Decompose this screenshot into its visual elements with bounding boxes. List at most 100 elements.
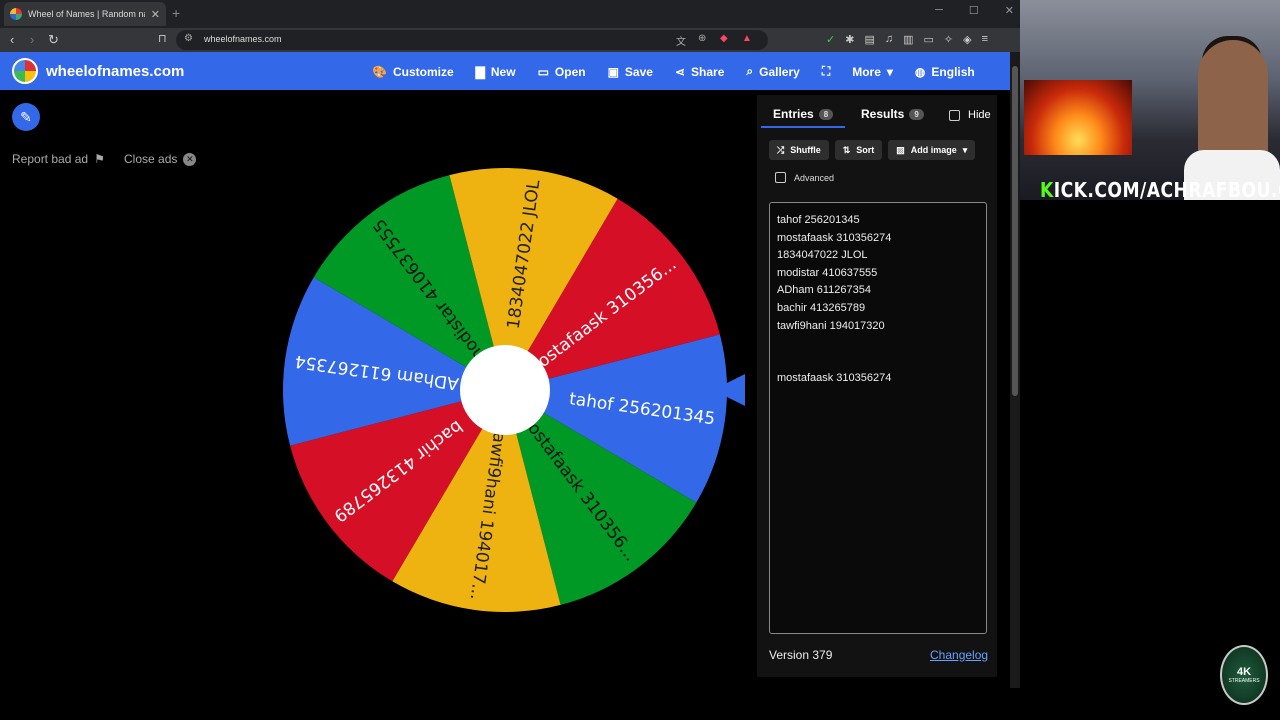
minimize-icon[interactable]: ─ <box>935 4 943 17</box>
entry-line: modistar 410637555 <box>777 266 878 279</box>
back-icon[interactable]: ‹ <box>10 32 14 47</box>
kick-logo-letter: K <box>1040 178 1054 200</box>
share-icon: ⋖ <box>674 64 686 79</box>
palette-icon: 🎨 <box>372 64 387 79</box>
tab-entries[interactable]: Entries 8 <box>773 107 834 121</box>
vpn-icon[interactable]: ◈ <box>963 33 971 46</box>
menu-item-customize[interactable]: 🎨 Customize <box>372 64 454 79</box>
translate-icon[interactable]: 文 <box>676 33 686 48</box>
close-window-icon[interactable]: ✕ <box>1005 4 1014 17</box>
wheel-center[interactable] <box>460 345 550 435</box>
site-header: wheelofnames.com 🎨 Customize ▇ New ▭ Open ▣ Sav… <box>0 52 1010 90</box>
results-count-badge: 9 <box>909 108 924 120</box>
browser-toolbar: ‹ › ↻ ⊓ ⚙ wheelofnames.com 文 ⊕ ◆ ▲ ✓ ✱ ▤… <box>0 28 1020 52</box>
menu-item-new[interactable]: ▇ New <box>476 64 516 79</box>
sidebar-icon[interactable]: ▥ <box>903 33 913 46</box>
streamers-badge-logo: 4K STREAMERS <box>1220 645 1268 705</box>
shuffle-button[interactable]: ⤮ Shuffle <box>769 140 829 160</box>
sort-button[interactable]: ⇅ Sort <box>834 140 883 160</box>
url-text: wheelofnames.com <box>204 34 282 44</box>
close-ads-link[interactable]: Close ads ✕ <box>124 152 197 166</box>
kick-channel-url: ICK.COM/ACHRAFBOU.6 <box>1053 178 1280 200</box>
tab-title: Wheel of Names | Random name <box>28 9 145 19</box>
wheel-logo-icon[interactable] <box>12 58 38 84</box>
sort-icon: ⇅ <box>842 144 851 155</box>
entries-panel: Entries 8 Results 9 Hide ⤮ Shuffle ⇅ Sor… <box>757 95 997 677</box>
menu-item-label: New <box>490 64 516 79</box>
entries-textarea[interactable]: tahof 256201345 mostafaask 310356274 18340… <box>769 202 987 634</box>
file-icon: ▇ <box>475 64 485 79</box>
checkbox-icon <box>775 172 786 183</box>
bottom-bar <box>0 688 1280 720</box>
search-icon: ⌕ <box>746 64 754 78</box>
reload-icon[interactable]: ↻ <box>48 32 59 48</box>
menu-item-english[interactable]: ◍ English <box>915 64 975 79</box>
music-icon[interactable]: ♫ <box>885 33 893 46</box>
menu-item-label: English <box>931 64 975 79</box>
advanced-checkbox[interactable]: Advanced <box>775 172 834 183</box>
entry-line: tawfi9hani 194017320 <box>777 319 885 332</box>
active-tab-indicator <box>761 126 845 128</box>
entry-line: ADham 611267354 <box>777 284 871 297</box>
page-scrollbar[interactable] <box>1010 52 1020 688</box>
hide-label: Hide <box>968 109 991 121</box>
address-bar[interactable]: ⚙ wheelofnames.com 文 ⊕ ◆ ▲ <box>176 30 768 50</box>
entry-line: mostafaask 310356274 <box>777 231 892 244</box>
close-tab-icon[interactable]: ✕ <box>151 8 160 21</box>
wheel-favicon-icon <box>10 8 22 20</box>
tab-results-label: Results <box>861 107 905 121</box>
badge-sub-text: STREAMERS <box>1228 678 1260 684</box>
globe-icon: ◍ <box>914 64 926 79</box>
maximize-icon[interactable]: ☐ <box>969 4 979 17</box>
bookmark-icon[interactable]: ⊓ <box>158 32 167 45</box>
fullscreen-icon: ⛶ <box>821 64 831 78</box>
shuffle-icon: ⤮ <box>777 144 785 155</box>
scrollbar-thumb[interactable] <box>1012 66 1018 396</box>
forward-icon[interactable]: › <box>30 32 34 47</box>
entry-line: 1834047022 JLOL <box>777 249 868 262</box>
folder-icon: ▭ <box>537 64 549 79</box>
menu-item-gallery[interactable]: ⌕ Gallery <box>746 64 799 79</box>
brave-shield-icon[interactable]: ◆ <box>720 33 728 44</box>
ai-icon[interactable]: ✧ <box>944 33 953 46</box>
new-tab-icon[interactable]: + <box>172 5 180 21</box>
extension-icon[interactable]: ▤ <box>864 33 874 46</box>
changelog-link[interactable]: Changelog <box>930 648 988 662</box>
menu-item-label: Save <box>624 64 653 79</box>
entry-line: bachir 413265789 <box>777 301 866 314</box>
menu-item-label: More <box>852 64 881 79</box>
report-bad-ad-link[interactable]: Report bad ad ⚑ <box>12 152 105 166</box>
menu-item-label: Customize <box>392 64 454 79</box>
zoom-icon[interactable]: ⊕ <box>698 33 706 44</box>
extension-icon[interactable]: ✓ <box>826 33 835 46</box>
screen: Wheel of Names | Random name ✕ + ─ ☐ ✕ ‹… <box>0 0 1280 720</box>
menu-icon[interactable]: ≡ <box>982 33 988 46</box>
version-text: Version 379 <box>769 648 833 662</box>
close-ads-label: Close ads <box>124 152 178 166</box>
menu-item-share[interactable]: ⋖ Share <box>675 64 724 79</box>
entries-count-badge: 8 <box>818 108 834 120</box>
wallet-icon[interactable]: ▭ <box>924 33 934 46</box>
chevron-down-icon: ▾ <box>886 64 893 79</box>
fire-poster-image <box>1024 80 1132 155</box>
brand-name[interactable]: wheelofnames.com <box>46 63 184 80</box>
spin-wheel[interactable]: tahof 256201345mostafaask 310356...tawfi… <box>280 165 730 615</box>
rewards-icon[interactable]: ▲ <box>742 33 752 44</box>
site-info-icon[interactable]: ⚙ <box>184 33 193 44</box>
tab-results[interactable]: Results 9 <box>861 107 924 121</box>
wheel-pointer-icon <box>713 374 745 406</box>
edit-button[interactable]: ✎ <box>12 103 40 131</box>
entry-line: mostafaask 310356274 <box>777 372 892 385</box>
menu-item-fullscreen[interactable]: ⛶ <box>822 64 830 79</box>
puzzle-icon[interactable]: ✱ <box>845 33 854 46</box>
hide-checkbox[interactable]: Hide <box>949 109 991 121</box>
browser-tabbar: Wheel of Names | Random name ✕ + ─ ☐ ✕ <box>0 0 1020 28</box>
add-image-button[interactable]: ▨ Add image ▾ <box>888 140 976 160</box>
browser-tab[interactable]: Wheel of Names | Random name ✕ <box>4 2 166 26</box>
menu-item-save[interactable]: ▣ Save <box>608 64 653 79</box>
webcam-overlay: KICK.COM/ACHRAFBOU.6 <box>1020 0 1280 200</box>
menu-item-more[interactable]: More ▾ <box>852 64 893 79</box>
menu-item-open[interactable]: ▭ Open <box>538 64 586 79</box>
menu-item-label: Gallery <box>759 64 800 79</box>
entry-line <box>777 335 979 353</box>
